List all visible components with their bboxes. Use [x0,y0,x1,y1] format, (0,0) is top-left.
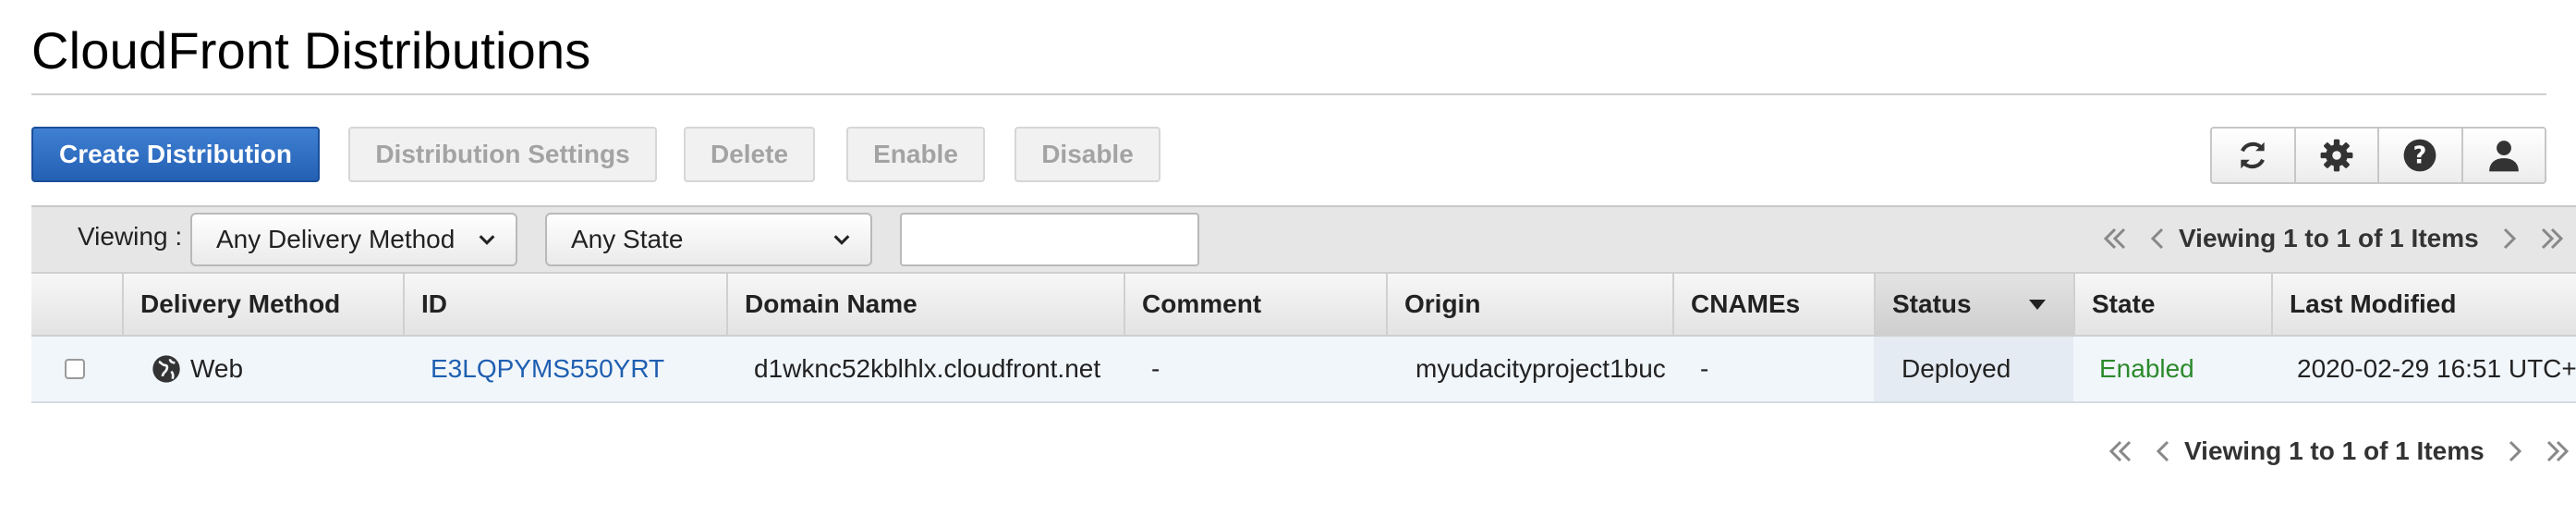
settings-button[interactable] [2296,129,2379,182]
first-page-icon[interactable] [2101,225,2129,252]
last-page-icon[interactable] [2544,437,2571,465]
table-row[interactable]: Web E3LQPYMS550YRT d1wknc52kblhlx.cloudf… [31,337,2576,403]
next-page-icon[interactable] [2501,437,2529,465]
pagination-text: Viewing 1 to 1 of 1 Items [2179,224,2479,252]
delete-button[interactable]: Delete [684,127,815,182]
page-title: CloudFront Distributions [31,21,591,80]
last-page-icon[interactable] [2538,225,2566,252]
state-cell: Enabled [2099,337,2269,401]
cloudfront-page: CloudFront Distributions Create Distribu… [0,0,2576,516]
svg-text:?: ? [2413,141,2427,169]
distribution-id-link[interactable]: E3LQPYMS550YRT [431,354,664,384]
refresh-icon [2241,141,2266,169]
chevron-down-icon [833,235,850,245]
distribution-id-cell: E3LQPYMS550YRT [431,337,723,401]
status-cell: Deployed [1874,337,2073,401]
user-icon [2488,141,2519,172]
column-header[interactable]: State [2073,274,2271,335]
column-header[interactable]: Comment [1124,274,1386,335]
delivery-method-value: Any Delivery Method [216,225,456,253]
disable-button[interactable]: Disable [1015,127,1160,182]
title-divider [31,93,2546,95]
refresh-button[interactable] [2212,129,2296,182]
origin-cell: myudacityproject1buc [1416,354,1666,383]
pagination-bottom: Viewing 1 to 1 of 1 Items [2107,436,2571,466]
gear-icon [2320,139,2353,172]
status-text: Deployed [1902,354,2011,383]
column-header-sorted[interactable]: Status [1874,274,2073,335]
column-header[interactable]: Delivery Method [122,274,403,335]
column-header[interactable]: Domain Name [726,274,1124,335]
create-distribution-button[interactable]: Create Distribution [31,127,320,182]
sort-descending-icon [2029,300,2046,310]
utility-toolbar: ? [2210,127,2546,184]
globe-icon [152,355,180,383]
table-header: Delivery Method ID Domain Name Comment O… [31,272,2576,337]
column-header[interactable]: ID [403,274,726,335]
previous-page-icon[interactable] [2149,437,2177,465]
chevron-down-icon [479,235,495,245]
state-text: Enabled [2099,354,2194,383]
next-page-icon[interactable] [2496,225,2523,252]
pagination-text: Viewing 1 to 1 of 1 Items [2184,436,2485,465]
first-page-icon[interactable] [2107,437,2134,465]
column-header-label: Status [1892,289,1972,318]
help-button[interactable]: ? [2379,129,2463,182]
previous-page-icon[interactable] [2144,225,2171,252]
enable-button[interactable]: Enable [846,127,985,182]
column-header[interactable]: Origin [1386,274,1672,335]
column-header[interactable]: CNAMEs [1672,274,1874,335]
cnames-cell: - [1700,354,1709,383]
delivery-method-text: Web [190,354,244,383]
domain-name-cell: d1wknc52kblhlx.cloudfront.net [754,354,1101,383]
delivery-method-cell: Web [152,337,403,401]
delivery-method-select[interactable]: Any Delivery Method [190,213,517,266]
distribution-settings-button[interactable]: Distribution Settings [348,127,657,182]
comment-cell: - [1151,354,1160,383]
state-select[interactable]: Any State [545,213,872,266]
filter-toolbar: Viewing : Any Delivery Method Any State … [31,205,2576,272]
last-modified-cell: 2020-02-29 16:51 UTC+ [2297,354,2576,383]
row-checkbox[interactable] [65,359,85,379]
state-value: Any State [571,225,684,253]
search-input[interactable] [900,213,1199,266]
viewing-label: Viewing : [78,222,183,251]
select-all-column [31,274,122,335]
help-icon: ? [2403,139,2436,172]
pagination-top: Viewing 1 to 1 of 1 Items [2101,224,2566,253]
account-button[interactable] [2463,129,2546,182]
column-header[interactable]: Last Modified [2271,274,2576,335]
